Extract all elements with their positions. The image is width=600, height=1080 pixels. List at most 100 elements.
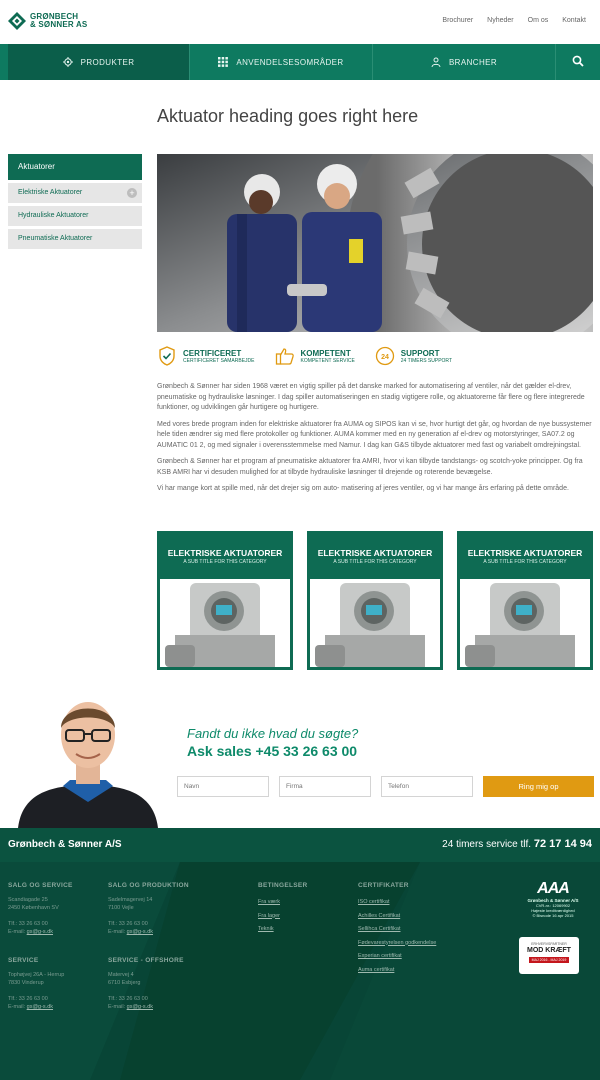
footer-company-name: Grønbech & Sønner A/S bbox=[8, 839, 122, 850]
feature-subtitle: CERTIFICERET SAMARBEJDE bbox=[183, 357, 255, 364]
footer-col-title: SERVICE - OFFSHORE bbox=[108, 957, 184, 964]
footer-col-service: SERVICE Tophøjvej 26A - Herrup 7830 Vind… bbox=[8, 957, 64, 1011]
name-field[interactable] bbox=[177, 776, 269, 797]
footer-link-fodevare[interactable]: Fødevarestyrelsen godkendelse bbox=[358, 937, 436, 951]
actuator-image bbox=[160, 579, 290, 667]
logo[interactable]: GRØNBECH & SØNNER AS bbox=[8, 12, 87, 30]
top-link-brochurer[interactable]: Brochurer bbox=[442, 17, 473, 24]
footer-link-teknik[interactable]: Teknik bbox=[258, 923, 308, 937]
logo-mark-icon bbox=[8, 12, 26, 30]
search-button[interactable] bbox=[556, 44, 600, 80]
nav-label-produkter: PRODUKTER bbox=[80, 57, 135, 67]
footer-col-title: SERVICE bbox=[8, 957, 39, 964]
feature-title: CERTIFICERET bbox=[183, 348, 242, 358]
phone-line: Tlf.: 33 26 63 00 bbox=[108, 921, 148, 927]
aaa-line: © Bisnode 16 apr 2015 bbox=[532, 913, 574, 918]
feature-title: SUPPORT bbox=[400, 348, 440, 358]
footer-col-title: CERTIFIKATER bbox=[358, 882, 409, 889]
footer-col-title: BETINGELSER bbox=[258, 882, 308, 889]
top-link-om-os[interactable]: Om os bbox=[528, 17, 549, 24]
nav-item-anvendelsesomrader[interactable]: ANVENDELSESOMRÅDER bbox=[190, 44, 373, 80]
address-line: 6710 Esbjerg bbox=[108, 980, 141, 986]
phone-field[interactable] bbox=[381, 776, 473, 797]
gear-icon bbox=[62, 57, 73, 67]
callback-form: Ring mig op bbox=[177, 776, 594, 797]
card-title: ELEKTRISKE AKTUATORER bbox=[317, 548, 433, 558]
service-phone[interactable]: 72 17 14 94 bbox=[534, 838, 592, 850]
email-link[interactable]: gs@g-s.dk bbox=[27, 929, 53, 935]
sidebar-item-label: Pneumatiske Aktuatorer bbox=[18, 235, 93, 242]
footer-col-salg-produktion: SALG OG PRODUKTION Sadelmagervej 14 7100… bbox=[108, 882, 189, 936]
call-me-button[interactable]: Ring mig op bbox=[483, 776, 594, 797]
logo-line-2: & SØNNER AS bbox=[30, 20, 88, 29]
body-text: Grønbech & Sønner har siden 1968 været e… bbox=[157, 382, 593, 501]
expand-plus-icon[interactable]: + bbox=[127, 188, 137, 198]
nav-item-brancher[interactable]: BRANCHER bbox=[373, 44, 556, 80]
footer-col-salg-service: SALG OG SERVICE Scandiagade 25 2450 Købe… bbox=[8, 882, 73, 936]
top-link-nyheder[interactable]: Nyheder bbox=[487, 17, 513, 24]
paragraph: Vi har mange kort at spille med, når det… bbox=[157, 485, 569, 492]
card-subtitle: A SUB TITLE FOR THIS CATEGORY bbox=[483, 559, 567, 565]
sidebar-item-label: Elektriske Aktuatorer bbox=[18, 189, 83, 196]
badge-line: MAJ 2016 - MAJ 2019 bbox=[528, 957, 570, 963]
top-bar: GRØNBECH & SØNNER AS Brochurer Nyheder O… bbox=[0, 0, 600, 44]
actuator-image bbox=[310, 579, 440, 667]
person-icon bbox=[431, 57, 441, 68]
feature-subtitle: KOMPETENT SERVICE bbox=[300, 357, 355, 364]
feature-support: 24 SUPPORT 24 TIMERS SUPPORT bbox=[375, 346, 452, 366]
sidebar-item-elektriske[interactable]: Elektriske Aktuatorer + bbox=[8, 183, 142, 203]
category-card[interactable]: ELEKTRISKE AKTUATORER A SUB TITLE FOR TH… bbox=[157, 531, 293, 670]
nav-label-brancher: BRANCHER bbox=[448, 57, 498, 67]
sales-person-photo bbox=[8, 690, 168, 828]
page-title: Aktuator heading goes right here bbox=[157, 106, 419, 126]
phone-line: Tlf.: 33 26 63 00 bbox=[8, 996, 48, 1002]
footer-link-fra-lager[interactable]: Fra lager bbox=[258, 910, 308, 924]
top-links: Brochurer Nyheder Om os Kontakt bbox=[442, 17, 586, 24]
email-label: E-mail: bbox=[8, 929, 27, 935]
category-card[interactable]: ELEKTRISKE AKTUATORER A SUB TITLE FOR TH… bbox=[457, 531, 593, 670]
card-title: ELEKTRISKE AKTUATORER bbox=[467, 548, 583, 558]
footer-col-title: SALG OG PRODUKTION bbox=[108, 882, 189, 889]
feature-title: KOMPETENT bbox=[300, 348, 351, 358]
card-subtitle: A SUB TITLE FOR THIS CATEGORY bbox=[333, 559, 417, 565]
address-line: 7100 Vejle bbox=[108, 905, 134, 911]
sidebar-item-hydrauliske[interactable]: Hydrauliske Aktuatorer bbox=[8, 206, 142, 226]
sidebar: Aktuatorer Elektriske Aktuatorer + Hydra… bbox=[8, 154, 142, 249]
thumbs-up-icon bbox=[275, 346, 295, 366]
footer-bar: Grønbech & Sønner A/S 24 timers service … bbox=[0, 828, 600, 862]
nav-item-produkter[interactable]: PRODUKTER bbox=[8, 44, 190, 80]
footer-link-experian[interactable]: Experian certifikat bbox=[358, 950, 436, 964]
footer-link-sellihca[interactable]: Sellihca Certifikat bbox=[358, 923, 436, 937]
contact-question: Fandt du ikke hvad du søgte? bbox=[187, 726, 359, 741]
contact-phone[interactable]: Ask sales +45 33 26 63 00 bbox=[187, 743, 357, 759]
email-link[interactable]: gs@g-s.dk bbox=[27, 1004, 53, 1010]
feature-kompetent: KOMPETENT KOMPETENT SERVICE bbox=[275, 346, 355, 366]
email-link[interactable]: gs@g-s.dk bbox=[127, 929, 153, 935]
sidebar-item-pneumatiske[interactable]: Pneumatiske Aktuatorer bbox=[8, 229, 142, 249]
email-label: E-mail: bbox=[108, 929, 127, 935]
feature-certificeret: CERTIFICERET CERTIFICERET SAMARBEJDE bbox=[157, 346, 255, 366]
contact-section: Fandt du ikke hvad du søgte? Ask sales +… bbox=[0, 690, 600, 828]
address-line: Scandiagade 25 bbox=[8, 897, 48, 903]
address-line: Sadelmagervej 14 bbox=[108, 897, 153, 903]
email-label: E-mail: bbox=[108, 1004, 127, 1010]
company-field[interactable] bbox=[279, 776, 371, 797]
footer-col-certifikater: CERTIFIKATER ISO certifikat Achilles Cer… bbox=[358, 882, 436, 977]
sidebar-heading[interactable]: Aktuatorer bbox=[8, 154, 142, 180]
aaa-mark: AAA bbox=[537, 880, 570, 897]
paragraph: Grønbech & Sønner har siden 1968 været e… bbox=[157, 383, 585, 411]
footer-col-title: SALG OG SERVICE bbox=[8, 882, 73, 889]
aaa-rating-badge[interactable]: AAA Grønbech & Sønner A/S CVR-nr.: 12069… bbox=[518, 880, 588, 918]
footer-service-line: 24 timers service tlf. 72 17 14 94 bbox=[442, 838, 592, 850]
mod-kraeft-badge[interactable]: ERHVERVSPARTNER MOD KRÆFT MAJ 2016 - MAJ… bbox=[519, 937, 579, 974]
footer-link-fra-vaerk[interactable]: Fra værk bbox=[258, 896, 308, 910]
address-line: 2450 København SV bbox=[8, 905, 59, 911]
category-card[interactable]: ELEKTRISKE AKTUATORER A SUB TITLE FOR TH… bbox=[307, 531, 443, 670]
top-link-kontakt[interactable]: Kontakt bbox=[562, 17, 586, 24]
footer-link-auma[interactable]: Auma certifikat bbox=[358, 964, 436, 978]
footer-link-achilles[interactable]: Achilles Certifikat bbox=[358, 910, 436, 924]
feature-subtitle: 24 TIMERS SUPPORT bbox=[400, 357, 452, 364]
footer-link-iso[interactable]: ISO certifikat bbox=[358, 896, 436, 910]
email-link[interactable]: gs@g-s.dk bbox=[127, 1004, 153, 1010]
clock-24-icon: 24 bbox=[375, 346, 395, 366]
